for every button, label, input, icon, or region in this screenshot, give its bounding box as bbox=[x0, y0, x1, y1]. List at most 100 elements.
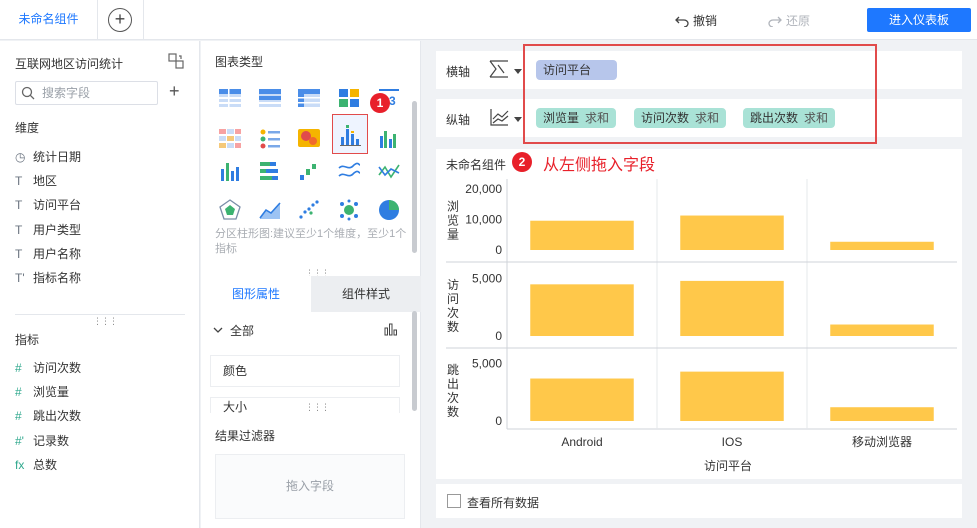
y-axis-label: 纵轴 bbox=[446, 113, 471, 127]
redo-button[interactable]: 还原 bbox=[768, 12, 810, 29]
add-tab-button[interactable]: + bbox=[108, 8, 132, 32]
measure-type-icon: #' bbox=[15, 433, 24, 448]
table-chart-icon[interactable] bbox=[218, 86, 242, 110]
filter-drop-zone[interactable]: 拖入字段 bbox=[215, 454, 405, 519]
heatmap-icon[interactable] bbox=[297, 126, 321, 150]
dataset-title: 互联网地区访问统计 bbox=[15, 57, 124, 71]
pie-chart-icon[interactable] bbox=[377, 198, 401, 222]
y-axis-title-char: 数 bbox=[447, 319, 459, 334]
add-field-button[interactable]: + bbox=[169, 81, 180, 102]
y-tick-label: 5,000 bbox=[472, 357, 502, 371]
measure-type-icon: # bbox=[15, 409, 22, 424]
measure-field-label: 记录数 bbox=[33, 433, 70, 448]
kpi-card-icon[interactable] bbox=[337, 86, 361, 110]
bar-1-2 bbox=[830, 324, 934, 336]
caret-down-icon[interactable] bbox=[514, 69, 522, 74]
measure-field-item[interactable]: #' 记录数 bbox=[15, 431, 69, 451]
bar-0-1 bbox=[680, 215, 784, 250]
dimension-field-item[interactable]: T 用户类型 bbox=[15, 220, 81, 240]
chart-card: 未命名组件 20,000 10,000 0 浏览量 5,000 0 访问次数 5,000 0 跳出… bbox=[436, 149, 962, 479]
field-search-input[interactable] bbox=[42, 84, 152, 102]
dimension-field-item[interactable]: T 地区 bbox=[15, 171, 57, 191]
undo-icon bbox=[675, 16, 689, 28]
resize-handle[interactable]: ⋮⋮⋮ bbox=[305, 403, 330, 412]
field-search-box[interactable] bbox=[15, 81, 158, 105]
enter-dashboard-button[interactable]: 进入仪表板 bbox=[867, 8, 971, 32]
measure-field-label: 访问次数 bbox=[33, 361, 82, 375]
chart-config-panel: 图表类型 23 分区柱形图:建议至少1个维度，至少1个指标 ⋮⋮⋮ 图形属性 组… bbox=[201, 41, 421, 528]
all-properties-row[interactable]: 全部 bbox=[211, 321, 406, 341]
radar-chart-icon[interactable] bbox=[218, 198, 242, 222]
bar-1-0 bbox=[530, 284, 634, 336]
measure-field-item[interactable]: fx 总数 bbox=[15, 455, 57, 475]
step-badge-1: 1 bbox=[370, 93, 390, 113]
caret-down-icon[interactable] bbox=[514, 117, 522, 122]
measure-field-item[interactable]: # 浏览量 bbox=[15, 382, 69, 402]
dimension-field-item[interactable]: ◷ 统计日期 bbox=[15, 147, 81, 167]
chart-type-title: 图表类型 bbox=[215, 55, 264, 69]
all-label: 全部 bbox=[230, 324, 255, 338]
dimension-type-icon: T bbox=[15, 174, 23, 189]
section-divider bbox=[15, 314, 185, 315]
dimension-type-icon: T bbox=[15, 246, 23, 261]
undo-button[interactable]: 撤销 bbox=[675, 12, 717, 29]
y-axis-title-char: 出 bbox=[447, 377, 459, 391]
line-chart-icon[interactable] bbox=[337, 159, 361, 183]
grouped-table-icon[interactable] bbox=[258, 86, 282, 110]
resize-handle[interactable]: ⋮⋮⋮ bbox=[93, 317, 118, 326]
dimension-field-label: 用户名称 bbox=[33, 246, 82, 261]
dimension-field-item[interactable]: T 访问平台 bbox=[15, 195, 81, 215]
y-axis-type-icon[interactable] bbox=[488, 107, 510, 127]
dimension-type-icon: T bbox=[15, 198, 23, 213]
drag-field-tip: 从左侧拖入字段 bbox=[543, 157, 656, 174]
multi-bar-chart-icon[interactable] bbox=[377, 126, 401, 150]
chart-type-scrollbar[interactable] bbox=[412, 101, 417, 253]
tab-unnamed-component[interactable]: 未命名组件 bbox=[0, 0, 98, 40]
bar-chart-icon[interactable] bbox=[218, 159, 242, 183]
redo-icon bbox=[768, 16, 782, 28]
y-tick-label: 0 bbox=[495, 243, 502, 257]
x-axis-label: 横轴 bbox=[446, 65, 471, 79]
measure-section-title: 指标 bbox=[15, 333, 40, 347]
measure-field-label: 总数 bbox=[33, 457, 58, 472]
partition-bar-chart-icon[interactable] bbox=[338, 123, 362, 147]
waterfall-icon[interactable] bbox=[297, 159, 321, 183]
switch-dataset-icon[interactable] bbox=[168, 53, 184, 69]
stacked-bar-icon[interactable] bbox=[258, 159, 282, 183]
bar-0-2 bbox=[830, 241, 934, 250]
bubble-chart-icon[interactable] bbox=[337, 198, 361, 222]
top-bar: 未命名组件 + 撤销 还原 进入仪表板 bbox=[0, 0, 977, 40]
x-axis-type-icon[interactable] bbox=[488, 59, 510, 79]
tab-component-style[interactable]: 组件样式 bbox=[311, 276, 421, 312]
step-badge-2: 2 bbox=[512, 152, 532, 172]
measure-field-item[interactable]: # 跳出次数 bbox=[15, 406, 81, 426]
y-axis-title-char: 次 bbox=[447, 306, 459, 320]
heat-table-icon[interactable] bbox=[218, 126, 242, 150]
dimension-field-item[interactable]: T' 指标名称 bbox=[15, 268, 81, 288]
y-axis-title-char: 访 bbox=[447, 278, 459, 292]
y-axis-title-char: 跳 bbox=[447, 363, 459, 377]
result-filter-title: 结果过滤器 bbox=[215, 429, 276, 443]
show-all-data-checkbox[interactable] bbox=[447, 494, 461, 508]
measure-field-item[interactable]: # 访问次数 bbox=[15, 358, 81, 378]
tab-shape-properties[interactable]: 图形属性 bbox=[201, 276, 311, 312]
indicator-list-icon[interactable] bbox=[258, 126, 282, 150]
dimension-field-label: 用户类型 bbox=[33, 222, 82, 237]
x-tick-label: Android bbox=[561, 435, 602, 449]
area-chart-icon[interactable] bbox=[258, 198, 282, 222]
bar-2-2 bbox=[830, 407, 934, 421]
dimension-field-label: 访问平台 bbox=[33, 198, 82, 213]
y-tick-label: 5,000 bbox=[472, 272, 502, 286]
property-scrollbar[interactable] bbox=[412, 311, 417, 411]
curve-chart-icon[interactable] bbox=[377, 159, 401, 183]
dimension-type-icon: ◷ bbox=[15, 150, 26, 164]
scatter-chart-icon[interactable] bbox=[297, 198, 321, 222]
cross-table-icon[interactable] bbox=[297, 86, 321, 110]
y-tick-label: 10,000 bbox=[465, 213, 502, 227]
partition-bar-chart: 20,00010,0000浏览量5,0000访问次数5,0000跳出次数Andr… bbox=[446, 179, 957, 473]
color-property[interactable]: 颜色 bbox=[210, 355, 400, 387]
measure-field-label: 浏览量 bbox=[33, 385, 70, 400]
dimension-field-item[interactable]: T 用户名称 bbox=[15, 244, 81, 264]
y-axis-title-char: 数 bbox=[447, 404, 459, 419]
bar-type-icon[interactable] bbox=[384, 322, 398, 336]
